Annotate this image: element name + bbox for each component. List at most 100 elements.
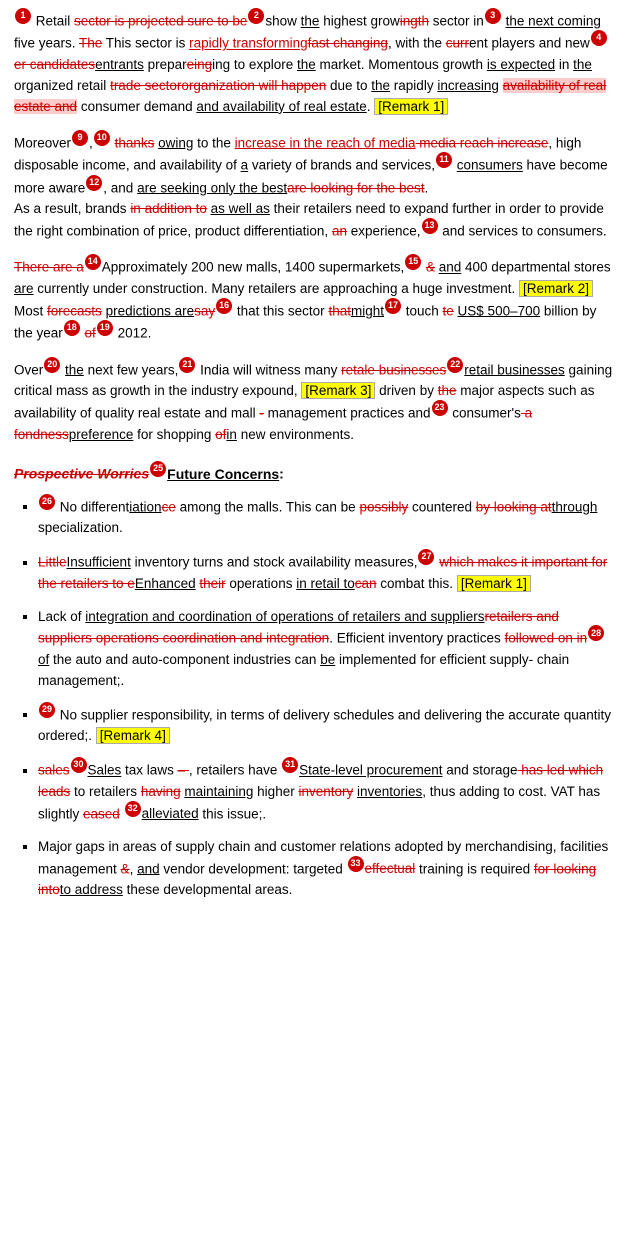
- badge-28: 28: [588, 625, 604, 641]
- ins-through: through: [552, 499, 598, 514]
- ins-is-expected: is expected: [487, 57, 555, 72]
- bullet-list: 26 No differentiationce among the malls.…: [38, 496, 616, 901]
- badge-18: 18: [64, 320, 80, 336]
- badge-21: 21: [179, 357, 195, 373]
- del-thanks: thanks: [115, 135, 155, 150]
- badge-23: 23: [432, 400, 448, 416]
- ins-sales2: Sales: [88, 763, 122, 778]
- ins-the3: the: [573, 57, 592, 72]
- ins-to-address: to address: [60, 882, 123, 897]
- ins-alleviated: 32alleviated: [124, 806, 199, 821]
- bullet-item-3: Lack of integration and coordination of …: [38, 607, 616, 692]
- badge-3: 3: [485, 8, 501, 24]
- del-er: er candidates: [14, 57, 95, 72]
- badge-32: 32: [125, 801, 141, 817]
- del-effectual: 33effectual: [347, 861, 416, 876]
- ins-in: in: [226, 427, 237, 442]
- del-increase: increase in the reach of media: [235, 135, 416, 150]
- ins-and2: and: [439, 260, 462, 275]
- ins-predictions: predictions are: [106, 303, 195, 318]
- badge-15: 15: [405, 254, 421, 270]
- remark-3: [Remark 3]: [301, 382, 375, 399]
- ins-maintaining: maintaining: [184, 784, 253, 799]
- del-inventory: inventory: [298, 784, 353, 799]
- remark-4: [Remark 4]: [96, 727, 170, 744]
- badge-16: 16: [216, 298, 232, 314]
- del-and: &: [426, 260, 435, 275]
- ins-are: are: [14, 281, 34, 296]
- badge-12: 12: [86, 175, 102, 191]
- remark-1b: [Remark 1]: [457, 575, 531, 592]
- del-the6: the: [438, 383, 457, 398]
- badge-1: 1: [15, 8, 31, 24]
- ins-consumers: consumers: [457, 158, 523, 173]
- section-heading: Prospective Worries25Future Concerns:: [14, 463, 616, 485]
- del-dash: -: [259, 406, 264, 421]
- del-fast: fast changing: [308, 36, 388, 51]
- ins-might: might: [351, 303, 384, 318]
- paragraph-3: There are a14Approximately 200 new malls…: [14, 256, 616, 344]
- ins-entrants: entrants: [95, 57, 144, 72]
- badge-11: 11: [436, 152, 452, 168]
- ins-enhanced: Enhanced: [135, 576, 196, 591]
- ins-and3: and: [137, 861, 160, 876]
- del-retale: retale businesses: [341, 362, 446, 377]
- del-there-are: There are a: [14, 260, 84, 275]
- ins-preference: preference: [69, 427, 134, 442]
- remark-2: [Remark 2]: [519, 280, 593, 297]
- del-of: of: [215, 427, 226, 442]
- badge-17: 17: [385, 298, 401, 314]
- del-of: of: [85, 326, 96, 341]
- badge-4: 4: [591, 30, 607, 46]
- ins-the2: the: [297, 57, 316, 72]
- del-tocan: can: [355, 576, 377, 591]
- remark-1: [Remark 1]: [374, 98, 448, 115]
- ins-insufficient: Insufficient: [67, 555, 131, 570]
- del-ingth: ingth: [400, 14, 429, 29]
- paragraph-2: Moreover9,10 thanks owing to the increas…: [14, 132, 616, 243]
- del-sector: sector is projected sure to be: [74, 14, 247, 29]
- ins-increasing: increasing: [437, 78, 499, 93]
- ins-retail: retail businesses: [464, 362, 565, 377]
- del-amp: &: [121, 861, 130, 876]
- badge-9: 9: [72, 130, 88, 146]
- del-possibly: possibly: [359, 499, 408, 514]
- del-eased: eased: [83, 806, 120, 821]
- ins-heading: 25Future Concerns: [149, 466, 279, 482]
- ins-integration: integration and coordination of operatio…: [85, 609, 484, 624]
- bullet-item-4: 29 No supplier responsibility, in terms …: [38, 704, 616, 747]
- ins-in-retail: in retail to: [296, 576, 355, 591]
- bullet-item-5: sales30Sales tax laws – , retailers have…: [38, 759, 616, 825]
- del-trade: trade sector: [110, 78, 181, 93]
- badge-2: 2: [248, 8, 264, 24]
- ins-as-well: as well as: [211, 201, 270, 216]
- del-sales: sales: [38, 763, 70, 778]
- ins-a: a: [241, 158, 249, 173]
- del-forecasts: forecasts: [47, 303, 102, 318]
- bullet-item-1: 26 No differentiationce among the malls.…: [38, 496, 616, 539]
- ins-state: State‑level procurement: [299, 763, 442, 778]
- del-media2: media reach increase: [416, 135, 549, 150]
- del-followed: followed on in: [505, 631, 588, 646]
- document-body: 1 Retail sector is projected sure to be2…: [14, 10, 616, 901]
- badge-29: 29: [39, 702, 55, 718]
- badge-30: 30: [71, 757, 87, 773]
- paragraph-4: Over20 the next few years,21 India will …: [14, 359, 616, 446]
- del-looking: are looking for the best: [287, 180, 424, 195]
- ins-owing: owing: [158, 135, 193, 150]
- badge-22: 22: [447, 357, 463, 373]
- ins-the4: the: [371, 78, 390, 93]
- del-say: say: [194, 303, 215, 318]
- del-the: The: [79, 36, 102, 51]
- ins-us500: US$ 500–700: [458, 303, 541, 318]
- badge-13: 13: [422, 218, 438, 234]
- del-having: having: [141, 784, 181, 799]
- del-eing: eing: [187, 57, 213, 72]
- ins-seeking: are seeking only the best: [137, 180, 287, 195]
- bullet-item-2: LittleInsufficient inventory turns and s…: [38, 551, 616, 594]
- del-in-addition: in addition to: [130, 201, 207, 216]
- paragraph-1: 1 Retail sector is projected sure to be2…: [14, 10, 616, 118]
- ins-avail2: and availability of real estate: [196, 99, 366, 114]
- del-that: that: [328, 303, 351, 318]
- badge-31: 31: [282, 757, 298, 773]
